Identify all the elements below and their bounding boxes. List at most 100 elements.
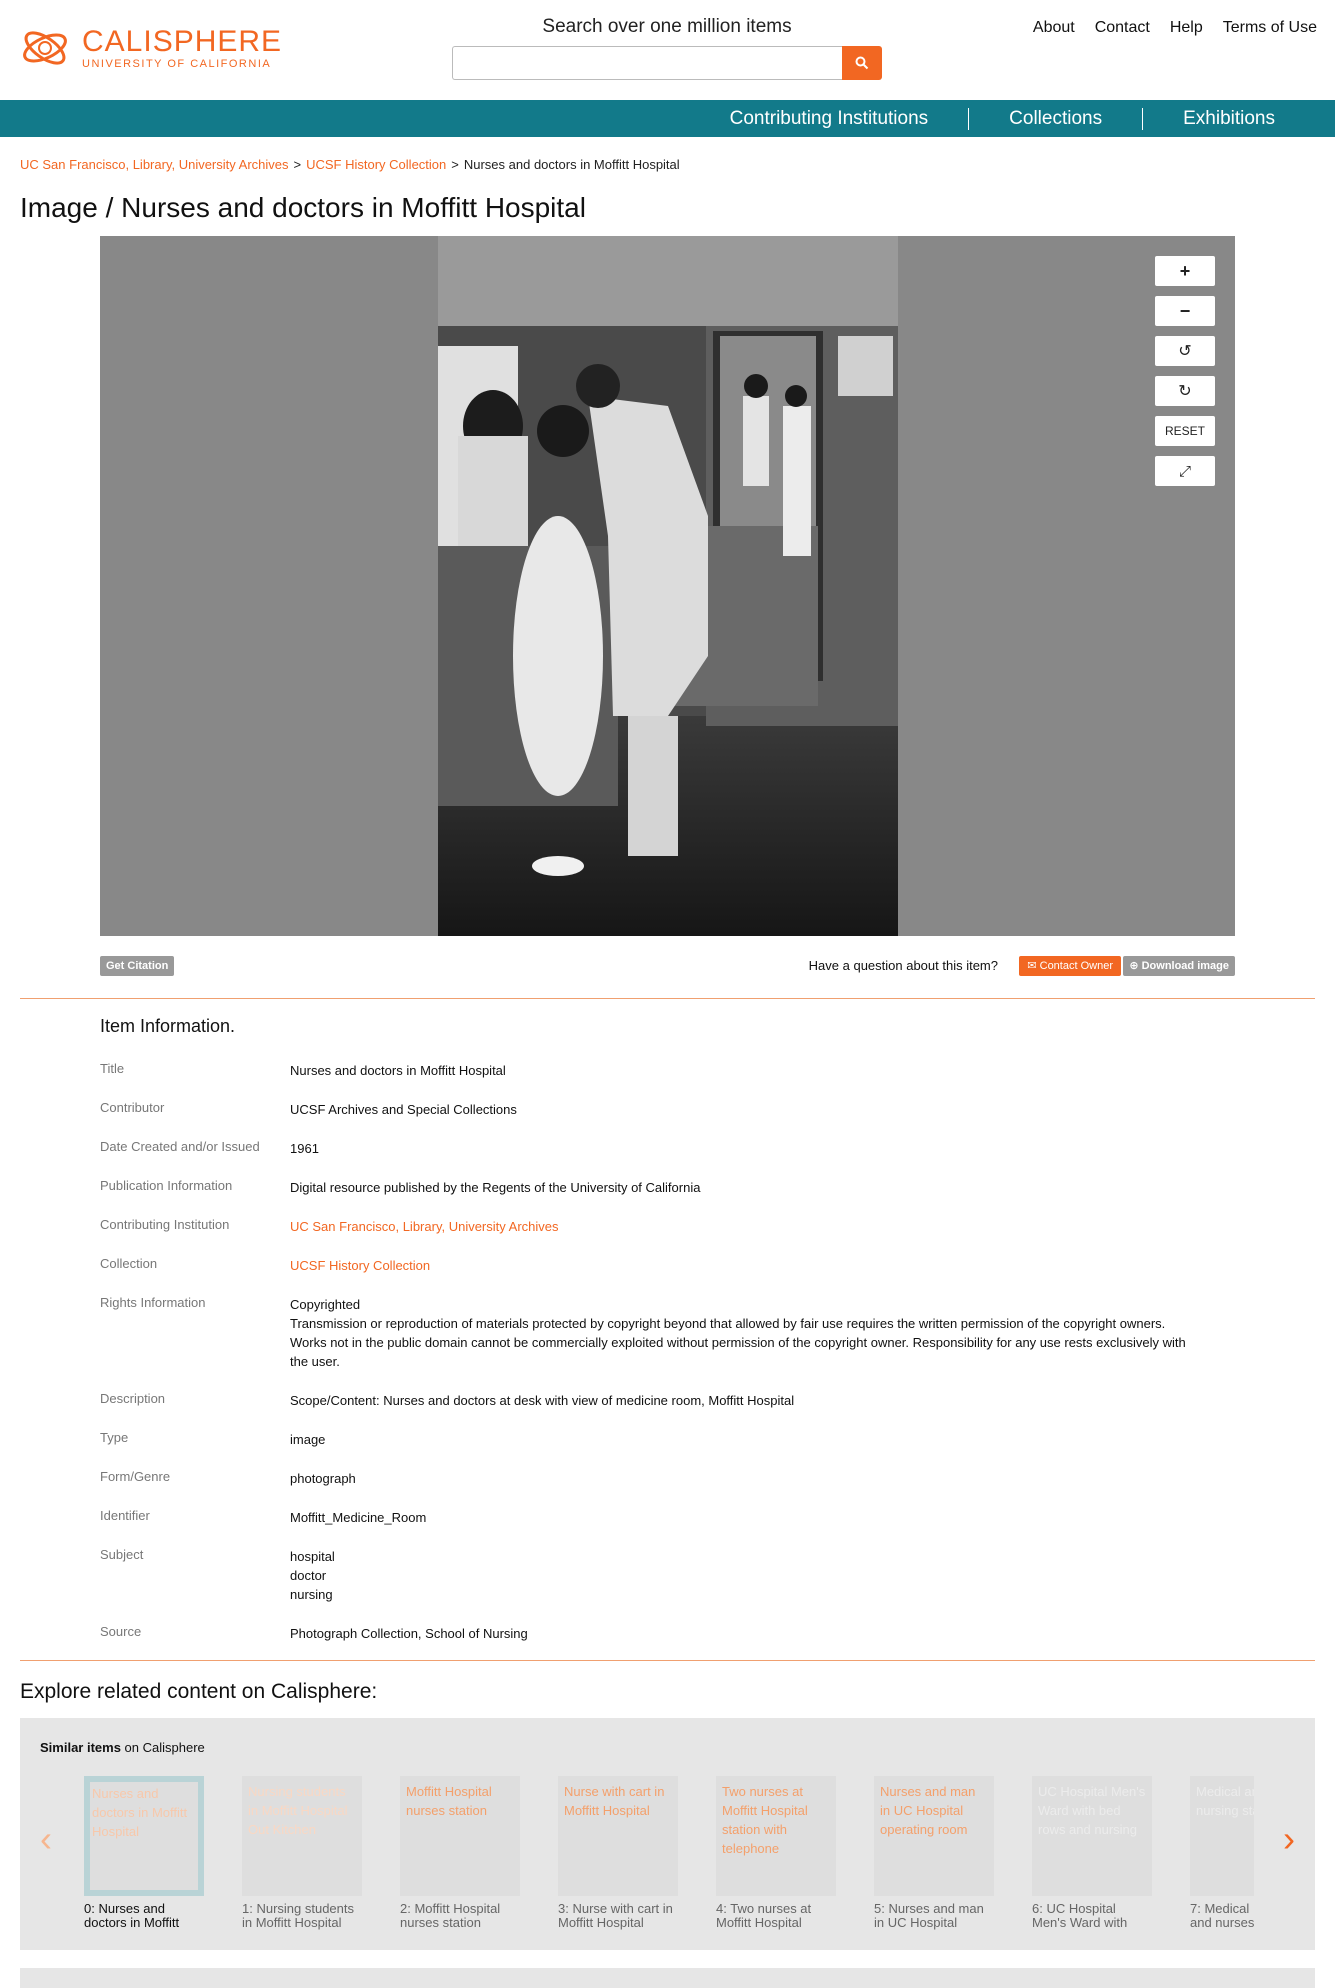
info-label: Title: [100, 1061, 125, 1076]
info-label: Publication Information: [100, 1178, 233, 1193]
collection-link[interactable]: UCSF History Collection: [290, 1256, 1200, 1275]
page-title-type: Image /: [20, 192, 122, 223]
similar-items-rest: on Calisphere: [120, 1740, 205, 1755]
bottom-panel: [20, 1968, 1315, 1988]
page-title-name: Nurses and doctors in Moffitt Hospital: [121, 192, 586, 223]
zoom-out-button[interactable]: −: [1155, 296, 1215, 326]
caption-line: 1: Nursing students: [242, 1902, 355, 1916]
similar-items-heading: Similar items on Calisphere: [40, 1740, 205, 1755]
info-value: photograph: [290, 1471, 356, 1486]
subject-item: hospital: [290, 1549, 335, 1564]
info-label: Identifier: [100, 1508, 150, 1523]
search-title: Search over one million items: [542, 16, 792, 37]
similar-item-caption: 0: Nurses and doctors in Moffitt: [84, 1902, 204, 1930]
reset-button[interactable]: RESET: [1155, 416, 1215, 446]
divider: [20, 1660, 1315, 1661]
info-label: Contributor: [100, 1100, 165, 1115]
download-image-button[interactable]: ⊕ Download image: [1123, 956, 1235, 976]
rotate-right-button[interactable]: ↻: [1155, 376, 1215, 406]
similar-item[interactable]: Two nurses at Moffitt Hospital station w…: [716, 1776, 836, 1930]
rights-status: Copyrighted: [290, 1297, 361, 1312]
search-input[interactable]: [452, 46, 842, 80]
similar-item[interactable]: Medical and nursing staff at 7: Medicala…: [1190, 1776, 1254, 1930]
caption-line: 7: Medical: [1190, 1902, 1250, 1916]
zoom-in-button[interactable]: +: [1155, 256, 1215, 286]
photo-illustration: [438, 236, 898, 936]
similar-item-caption: 4: Two nurses at Moffitt Hospital: [716, 1902, 836, 1930]
info-label: Date Created and/or Issued: [100, 1139, 260, 1154]
get-citation-button[interactable]: Get Citation: [100, 956, 175, 976]
main-nav: Contributing Institutions Collections Ex…: [0, 100, 1335, 137]
contact-link[interactable]: Contact: [1095, 19, 1150, 37]
image-viewer[interactable]: + − ↺ ↻ RESET ⤢: [100, 236, 1235, 936]
info-value: Photograph Collection, School of Nursing: [290, 1626, 528, 1641]
breadcrumb-separator: >: [451, 157, 459, 172]
info-label: Subject: [100, 1547, 144, 1562]
breadcrumb-current: Nurses and doctors in Moffitt Hospital: [463, 157, 680, 172]
similar-item[interactable]: UC Hospital Men's Ward with bed rows and…: [1032, 1776, 1152, 1930]
similar-item-thumbnail: Moffitt Hospital nurses station: [400, 1776, 520, 1896]
similar-item-caption: 6: UC Hospital Men's Ward with: [1032, 1902, 1152, 1930]
caption-line: 5: Nurses and man: [874, 1902, 984, 1916]
viewer-controls: + − ↺ ↻ RESET ⤢: [1155, 256, 1215, 486]
similar-item[interactable]: Nursing students in Moffitt Hospital Out…: [242, 1776, 362, 1930]
similar-items-bold: Similar items: [40, 1740, 121, 1755]
caption-line: and nurses: [1190, 1915, 1254, 1930]
download-icon: ⊕: [1129, 960, 1142, 972]
similar-item[interactable]: Nurse with cart in Moffitt Hospital 3: N…: [558, 1776, 678, 1930]
breadcrumb-institution[interactable]: UC San Francisco, Library, University Ar…: [20, 157, 289, 172]
envelope-icon: ✉: [1027, 960, 1040, 972]
caption-line: 2: Moffitt Hospital: [400, 1902, 501, 1916]
about-link[interactable]: About: [1033, 19, 1075, 37]
caption-line: in Moffitt Hospital: [242, 1915, 342, 1930]
top-links: About Contact Help Terms of Use: [1033, 19, 1317, 37]
caption-line: Men's Ward with: [1032, 1915, 1128, 1930]
subject-item: doctor: [290, 1568, 327, 1583]
search-button[interactable]: [842, 46, 882, 80]
caption-line: Moffitt Hospital: [716, 1915, 802, 1930]
carousel-prev-arrow-icon[interactable]: ‹: [40, 1818, 52, 1860]
help-link[interactable]: Help: [1170, 19, 1203, 37]
info-value: Scope/Content: Nurses and doctors at des…: [290, 1393, 795, 1408]
similar-item-thumbnail: UC Hospital Men's Ward with bed rows and…: [1032, 1776, 1152, 1896]
info-label: Type: [100, 1430, 129, 1445]
breadcrumb-separator: >: [293, 157, 302, 172]
search-icon: [855, 56, 869, 70]
similar-item[interactable]: Nurses and doctors in Moffitt Hospital 0…: [84, 1776, 204, 1930]
page-title: Image / Nurses and doctors in Moffitt Ho…: [20, 192, 586, 224]
rotate-left-button[interactable]: ↺: [1155, 336, 1215, 366]
contributing-institution-link[interactable]: UC San Francisco, Library, University Ar…: [290, 1217, 1200, 1236]
divider: [20, 998, 1315, 999]
similar-item[interactable]: Nurses and man in UC Hospital operating …: [874, 1776, 994, 1930]
similar-item-thumbnail: Nurses and man in UC Hospital operating …: [874, 1776, 994, 1896]
caption-line: 3: Nurse with cart in: [558, 1902, 673, 1916]
info-value: image: [290, 1432, 326, 1447]
calisphere-logo[interactable]: CALISPHERE UNIVERSITY OF CALIFORNIA: [18, 18, 288, 78]
contact-owner-button[interactable]: ✉ Contact Owner: [1019, 956, 1121, 976]
carousel-next-arrow-icon[interactable]: ›: [1283, 1818, 1295, 1860]
logo-name: CALISPHERE: [82, 25, 283, 58]
similar-item-caption: 3: Nurse with cart in Moffitt Hospital: [558, 1902, 678, 1930]
similar-item[interactable]: Moffitt Hospital nurses station 2: Moffi…: [400, 1776, 520, 1930]
similar-item-thumbnail: Two nurses at Moffitt Hospital station w…: [716, 1776, 836, 1896]
similar-items-carousel: Nurses and doctors in Moffitt Hospital 0…: [84, 1776, 1254, 1946]
info-value: Moffitt_Medicine_Room: [290, 1510, 427, 1525]
info-label: Form/Genre: [100, 1469, 171, 1484]
contact-owner-label: Contact Owner: [1039, 960, 1113, 972]
info-value: UCSF Archives and Special Collections: [290, 1102, 517, 1117]
similar-item-caption: 5: Nurses and man in UC Hospital: [874, 1902, 994, 1930]
terms-of-use-link[interactable]: Terms of Use: [1223, 19, 1317, 37]
similar-item-thumbnail: Medical and nursing staff at: [1190, 1776, 1254, 1896]
nav-contributing-institutions[interactable]: Contributing Institutions: [690, 108, 969, 130]
similar-item-thumbnail: Nurses and doctors in Moffitt Hospital: [84, 1776, 204, 1896]
info-value: Nurses and doctors in Moffitt Hospital: [290, 1063, 506, 1078]
info-label: Rights Information: [100, 1295, 206, 1310]
nav-exhibitions[interactable]: Exhibitions: [1142, 107, 1315, 130]
similar-item-thumbnail: Nurse with cart in Moffitt Hospital: [558, 1776, 678, 1896]
nav-collections[interactable]: Collections: [968, 107, 1142, 130]
similar-item-caption: 1: Nursing students in Moffitt Hospital: [242, 1902, 362, 1930]
breadcrumb-collection[interactable]: UCSF History Collection: [306, 157, 446, 172]
question-text: Have a question about this item?: [808, 958, 998, 973]
fullscreen-button[interactable]: ⤢: [1155, 456, 1215, 486]
info-label: Source: [100, 1624, 142, 1639]
